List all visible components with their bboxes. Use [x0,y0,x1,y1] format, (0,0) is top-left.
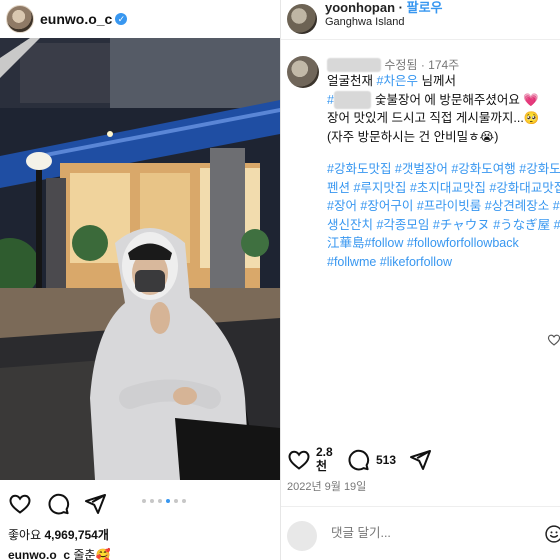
heart-icon[interactable] [8,492,32,516]
caption-fragment: 얼굴천재 [327,74,374,88]
carousel-dot[interactable] [150,499,154,503]
separator [281,506,560,507]
likes-count[interactable]: 2.8 천 [316,445,333,473]
smiley-icon[interactable] [544,524,560,544]
hashtag-block[interactable]: #강화도맛집 #갯벌장어 #강화도여행 #강화도펜션 #루지맛집 #초지대교맛집… [327,160,560,271]
carousel-dot[interactable] [174,499,178,503]
heart-emoji-icon: 💗 [523,92,539,107]
hashtag-link[interactable]: # [327,93,334,107]
caption-line: #xxxxxx 숯불장어 에 방문해주셨어요 💗 [327,90,560,109]
likes-summary[interactable]: 좋아요 4,969,754개 [8,526,109,543]
hashtag-link[interactable]: #차은우 [377,74,418,88]
blurred-place-name: xxxxxx [333,90,372,109]
comment-age: 174주 [428,58,460,72]
meta-separator: · [420,58,425,72]
follow-button[interactable]: 팔로우 [407,0,443,15]
carousel-dot[interactable] [158,499,162,503]
caption-text: 줄춘🥰 [73,548,111,560]
post-location[interactable]: Ganghwa Island [325,16,405,28]
caption-line: 얼굴천재 #차은우 님께서 [327,72,560,91]
left-post-actions [0,480,280,526]
post-date: 2022년 9월 19일 [287,481,367,493]
caption-username[interactable]: eunwo.o_c [8,548,70,560]
carousel-dot-active[interactable] [166,499,170,503]
comment-meta: xxxxxxxxx 수정됨 · 174주 [327,56,459,73]
right-post-header: yoonhopan · 팔로우 Ganghwa Island [281,0,560,40]
carousel-indicator [142,499,186,503]
likes-label: 좋아요 [8,528,42,542]
caption-line: 장어 맛있게 드시고 직접 게시물까지...🥺 [327,111,540,125]
avatar[interactable] [287,4,317,34]
verified-badge-icon: ✓ [115,13,128,25]
post-caption: eunwo.o_c 줄춘🥰 [8,546,110,560]
caption-fragment: 숯불장어 에 방문해주셨어요 [374,92,520,107]
caption-fragment: 님께서 [421,74,456,88]
likes-count: 4,969,754개 [44,528,109,542]
left-post-header: eunwo.o_c ✓ [0,0,280,38]
comment-like-heart-icon[interactable] [547,333,560,347]
post-photo[interactable] [0,38,280,480]
carousel-dot[interactable] [142,499,146,503]
comment-bubble-icon[interactable] [346,448,370,472]
comments-count[interactable]: 513 [376,453,396,467]
photo-illustration [0,38,280,480]
commenter-avatar[interactable] [287,56,319,88]
caption-line: (자주 방문하시는 건 안비밀ㅎ😭) [327,129,499,144]
paper-plane-icon[interactable] [83,492,107,516]
right-post: yoonhopan · 팔로우 Ganghwa Island xxxxxxxxx… [281,0,560,560]
blurred-username[interactable]: xxxxxxxxx [327,58,381,72]
header-user-line: yoonhopan · 팔로우 [325,0,443,15]
right-post-actions: 2.8 천 513 [281,440,560,480]
paper-plane-icon[interactable] [408,448,432,472]
post-username[interactable]: eunwo.o_c [40,11,112,27]
caption-body: 얼굴천재 #차은우 님께서 #xxxxxx 숯불장어 에 방문해주셨어요 💗 장… [327,72,560,146]
avatar[interactable] [6,5,34,33]
carousel-dot[interactable] [182,499,186,503]
left-post: eunwo.o_c ✓ 좋아요 4,969,754개 eunwo.o_c 줄춘🥰 [0,0,280,560]
comment-bubble-icon[interactable] [46,492,70,516]
edited-label: 수정됨 [384,58,418,72]
current-user-avatar [287,521,317,551]
comment-input[interactable] [331,526,481,540]
header-username[interactable]: yoonhopan [325,0,395,15]
heart-icon[interactable] [287,448,311,472]
